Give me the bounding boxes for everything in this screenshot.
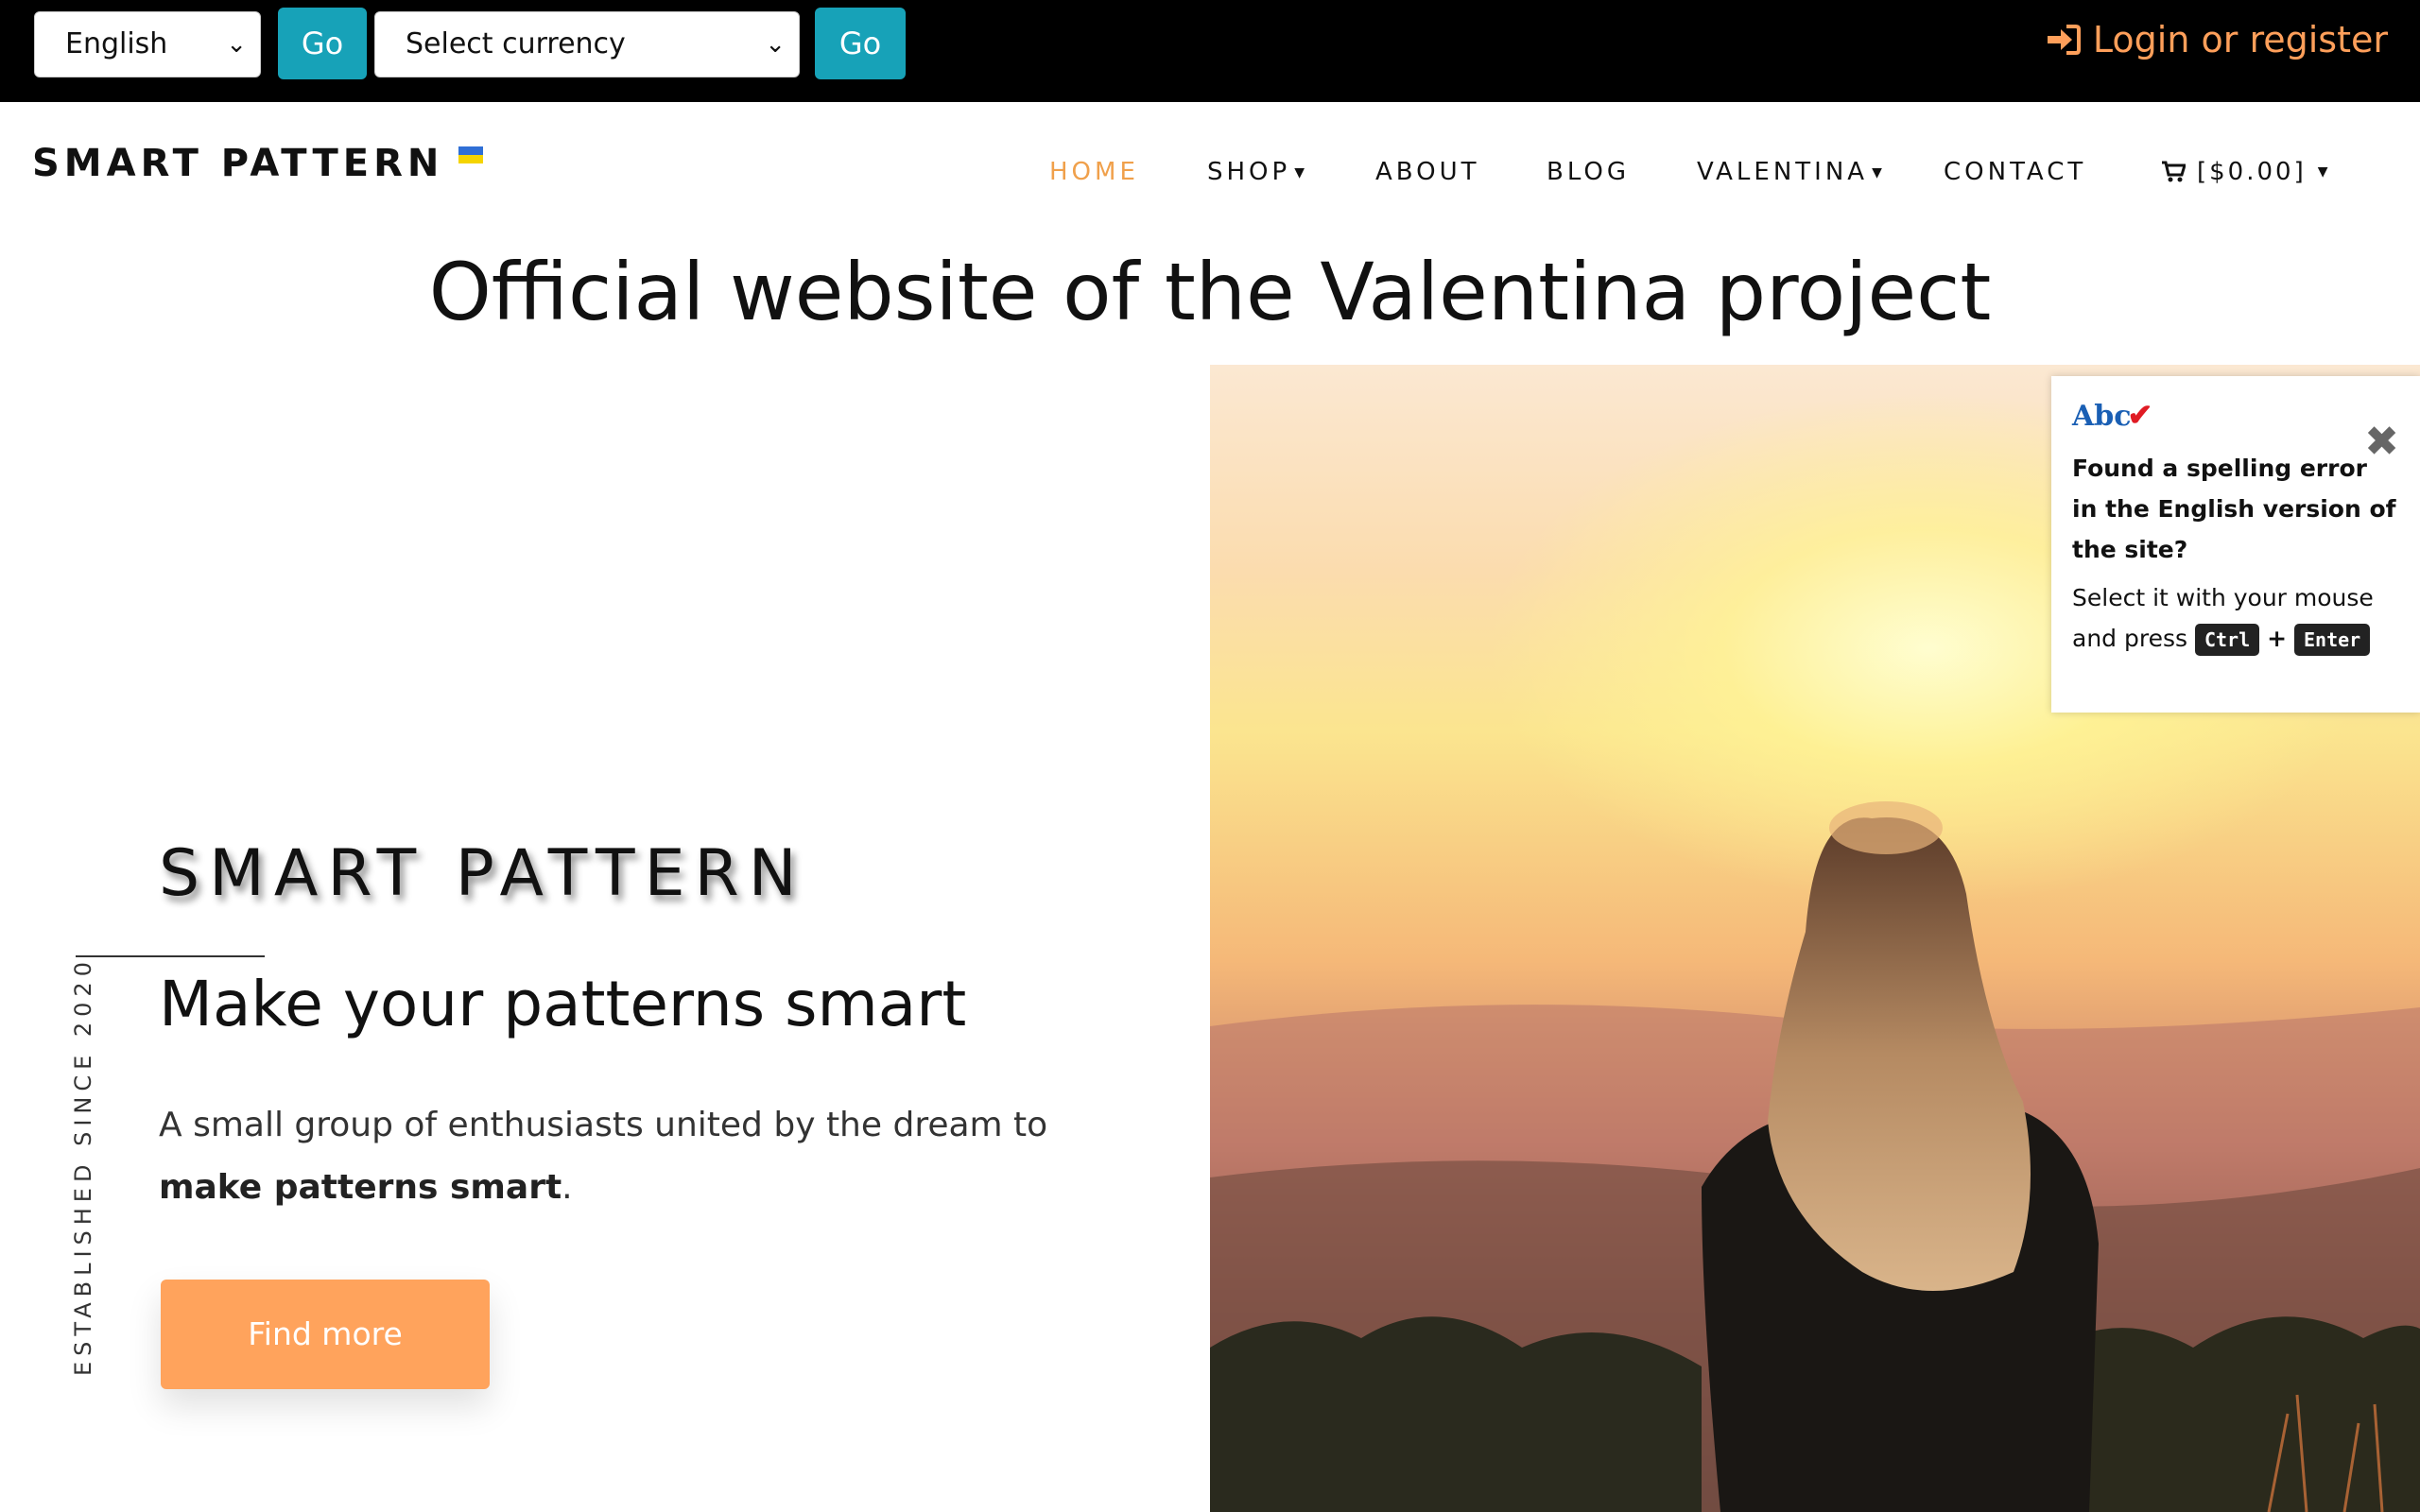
nav-valentina-label: VALENTINA	[1697, 158, 1869, 186]
nav-shop[interactable]: SHOP ▼	[1207, 151, 1305, 193]
hero-description: A small group of enthusiasts united by t…	[159, 1094, 1123, 1219]
nav-contact-label: CONTACT	[1944, 158, 2087, 186]
page-headline: Official website of the Valentina projec…	[428, 246, 1992, 338]
close-icon[interactable]: ✖	[2364, 421, 2399, 463]
find-more-button[interactable]: Find more	[161, 1280, 490, 1389]
nav-contact[interactable]: CONTACT	[1944, 151, 2086, 193]
nav-about-label: ABOUT	[1375, 158, 1480, 186]
checkmark-icon: ✔	[2127, 397, 2153, 433]
shopping-cart-icon	[2162, 161, 2186, 182]
caret-down-icon: ▼	[1294, 164, 1305, 180]
currency-select-value: Select currency	[406, 27, 626, 60]
hero-tagline: Make your patterns smart	[159, 968, 967, 1040]
caret-down-icon: ▼	[1872, 164, 1882, 180]
spelling-error-popup: Abc ✔ ✖ Found a spelling error in the Eng…	[2051, 376, 2420, 713]
caret-down-icon: ▼	[2317, 164, 2328, 180]
nav-shop-label: SHOP	[1207, 158, 1291, 186]
spelling-popup-text: Select it with your mouse and press Ctrl…	[2072, 577, 2399, 659]
ukraine-flag-icon	[458, 146, 484, 163]
spelling-popup-title: Found a spelling error in the English ve…	[2072, 455, 2396, 563]
ctrl-key: Ctrl	[2194, 624, 2260, 656]
nav-about[interactable]: ABOUT	[1375, 151, 1480, 193]
currency-select[interactable]: Select currency ⌄	[374, 11, 800, 77]
login-register-link[interactable]: Login or register	[2046, 13, 2388, 66]
language-select-value: English	[65, 27, 168, 60]
language-select[interactable]: English ⌄	[34, 11, 261, 77]
desc-prefix: A small group of enthusiasts united by t…	[159, 1106, 1048, 1144]
established-since-label: ESTABLISHED SINCE 2020	[70, 956, 96, 1376]
nav-blog[interactable]: BLOG	[1547, 151, 1630, 193]
divider	[76, 955, 265, 957]
spellcheck-logo-text: Abc	[2072, 400, 2132, 433]
brand-name: SMART PATTERN	[32, 142, 444, 185]
hero-title: SMART PATTERN	[159, 836, 806, 911]
site-logo[interactable]: SMART PATTERN	[32, 142, 484, 185]
nav-home[interactable]: HOME	[1049, 151, 1139, 193]
sign-in-icon	[2047, 25, 2081, 55]
spellcheck-logo: Abc ✔	[2072, 397, 2399, 433]
nav-valentina[interactable]: VALENTINA ▼	[1697, 151, 1882, 193]
nav-home-label: HOME	[1049, 158, 1139, 186]
desc-bold: make patterns smart	[159, 1168, 562, 1207]
enter-key: Enter	[2294, 624, 2371, 656]
plus-sign: +	[2267, 625, 2288, 652]
cart-total: [$0.00]	[2197, 158, 2307, 186]
language-go-button[interactable]: Go	[278, 8, 367, 79]
login-register-label: Login or register	[2092, 19, 2388, 60]
currency-go-button[interactable]: Go	[815, 8, 906, 79]
cart-dropdown[interactable]: [$0.00] ▼	[2161, 151, 2328, 193]
nav-blog-label: BLOG	[1547, 158, 1631, 186]
desc-suffix: .	[562, 1168, 573, 1207]
chevron-down-icon: ⌄	[765, 30, 786, 59]
top-bar: English ⌄ Go Select currency ⌄ Go Login …	[0, 0, 2420, 102]
chevron-down-icon: ⌄	[226, 30, 247, 59]
